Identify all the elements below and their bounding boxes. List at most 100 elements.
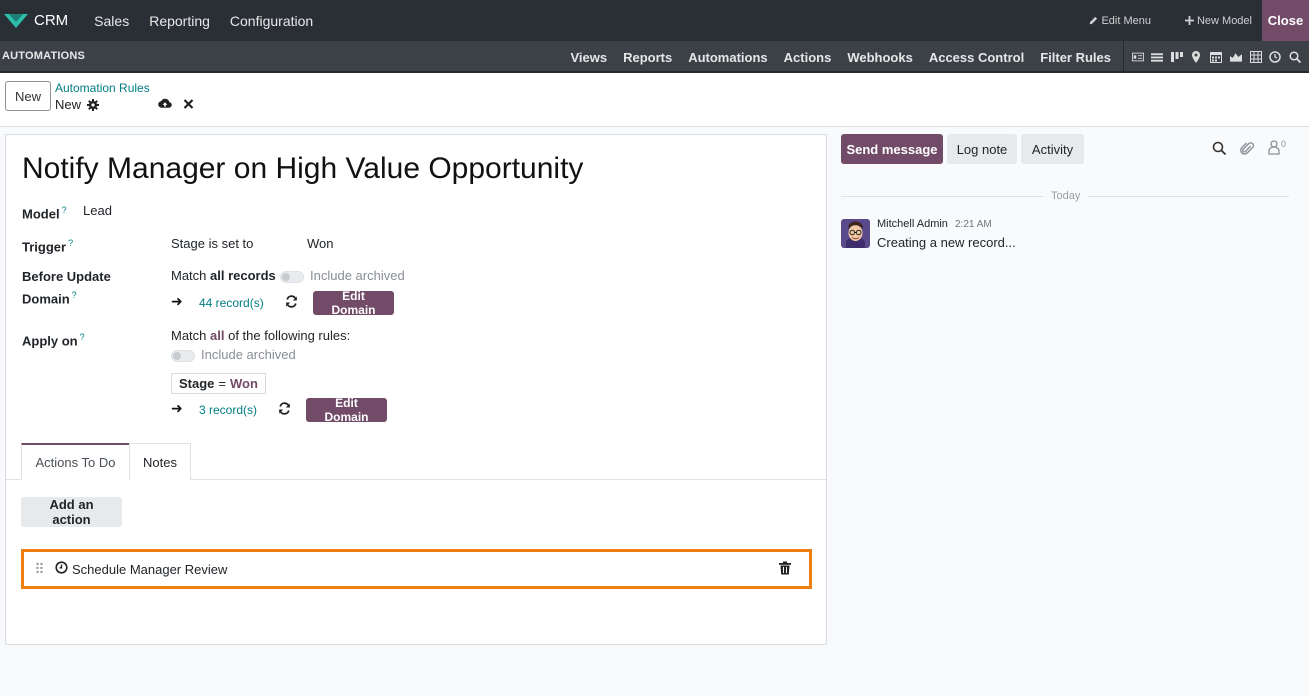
breadcrumb-current: New xyxy=(55,97,100,112)
studio-section-title: AUTOMATIONS xyxy=(2,50,86,62)
plus-icon xyxy=(1184,16,1194,25)
studio-tab-actions[interactable]: Actions xyxy=(784,50,832,65)
edit-menu-button[interactable]: Edit Menu xyxy=(1089,15,1151,27)
before-update-domain-label: Before Update Domain? xyxy=(22,268,111,308)
paperclip-icon[interactable] xyxy=(1240,141,1255,156)
gear-icon[interactable] xyxy=(87,98,100,111)
avatar[interactable] xyxy=(841,219,870,248)
studio-tab-automations[interactable]: Automations xyxy=(688,50,767,65)
pivot-view-icon[interactable] xyxy=(1249,51,1262,63)
before-match-text: Match all records xyxy=(171,268,276,283)
discard-x-icon[interactable] xyxy=(183,97,197,111)
new-record-button[interactable]: New xyxy=(5,81,51,111)
new-model-label: New Model xyxy=(1196,14,1252,27)
send-message-button[interactable]: Send message xyxy=(841,134,943,164)
control-panel: New Automation Rules New xyxy=(0,73,1309,127)
trigger-label: Trigger? xyxy=(22,234,73,256)
activity-button[interactable]: Activity xyxy=(1021,134,1084,164)
message-body: Creating a new record... xyxy=(877,235,1016,250)
form-sheet: Notify Manager on High Value Opportunity… xyxy=(5,134,827,645)
activity-view-icon[interactable] xyxy=(1269,51,1282,63)
studio-tab-views[interactable]: Views xyxy=(570,50,607,65)
help-tooltip-icon[interactable]: ? xyxy=(68,238,73,248)
calendar-view-icon[interactable] xyxy=(1210,51,1223,63)
studio-tab-access-control[interactable]: Access Control xyxy=(929,50,1024,65)
search-icon[interactable] xyxy=(1212,141,1227,156)
chip-value: Won xyxy=(230,376,258,391)
close-studio-button[interactable]: Close xyxy=(1262,0,1309,41)
arrow-right-icon: ➜ xyxy=(171,293,183,309)
edit-menu-label: Edit Menu xyxy=(1101,14,1151,27)
archived-toggle[interactable] xyxy=(171,349,195,362)
chip-operator: = xyxy=(218,376,226,391)
message-timestamp: 2:21 AM xyxy=(955,219,992,230)
add-action-button[interactable]: Add an action xyxy=(21,497,122,527)
breadcrumb-automation-rules[interactable]: Automation Rules xyxy=(55,81,150,95)
apply-match-suffix: of the following rules: xyxy=(224,328,351,343)
model-label: Model? xyxy=(22,201,67,223)
model-label-text: Model xyxy=(22,206,60,222)
action-item-label[interactable]: Schedule Manager Review xyxy=(72,562,227,577)
model-value[interactable]: Lead xyxy=(83,203,112,218)
help-tooltip-icon[interactable]: ? xyxy=(72,290,77,300)
apply-include-archived[interactable]: Include archived xyxy=(171,347,296,362)
help-tooltip-icon[interactable]: ? xyxy=(80,332,85,342)
message-author[interactable]: Mitchell Admin xyxy=(877,218,948,230)
menu-configuration[interactable]: Configuration xyxy=(230,13,313,29)
apply-match-prefix: Match xyxy=(171,328,211,343)
new-model-button[interactable]: New Model xyxy=(1184,14,1252,27)
trigger-select[interactable]: Stage is set to xyxy=(171,236,253,251)
archived-toggle[interactable] xyxy=(280,270,304,283)
before-edit-domain-button[interactable]: Edit Domain xyxy=(313,289,394,317)
map-view-icon[interactable] xyxy=(1191,51,1203,63)
menu-reporting[interactable]: Reporting xyxy=(149,13,210,29)
before-match-prefix: Match xyxy=(171,268,211,283)
follower-person-icon xyxy=(1268,140,1280,155)
before-label-line2: Domain xyxy=(22,291,70,307)
log-note-button[interactable]: Log note xyxy=(947,134,1017,164)
trash-icon[interactable] xyxy=(779,561,791,575)
pencil-icon xyxy=(1090,16,1098,25)
breadcrumb-current-label: New xyxy=(55,97,82,112)
apply-on-label: Apply on? xyxy=(22,328,85,350)
followers-count: 0 xyxy=(1281,139,1287,149)
before-record-count-link[interactable]: 44 record(s) xyxy=(199,296,264,310)
view-switcher xyxy=(1123,41,1309,73)
drag-handle-icon[interactable] xyxy=(35,562,45,576)
record-title[interactable]: Notify Manager on High Value Opportunity xyxy=(22,152,583,186)
studio-tab-reports[interactable]: Reports xyxy=(623,50,672,65)
tab-actions-to-do[interactable]: Actions To Do xyxy=(21,443,130,480)
apply-match-text: Match all of the following rules: xyxy=(171,328,350,343)
form-view-icon[interactable] xyxy=(1131,51,1144,63)
before-include-archived[interactable]: Include archived xyxy=(280,268,405,283)
graph-view-icon[interactable] xyxy=(1230,51,1243,63)
trigger-stage-select[interactable]: Won xyxy=(307,236,334,251)
menu-sales[interactable]: Sales xyxy=(94,13,129,29)
refresh-icon[interactable] xyxy=(278,402,291,415)
list-view-icon[interactable] xyxy=(1151,51,1164,63)
crm-logo-icon[interactable] xyxy=(4,12,28,30)
arrow-right-icon: ➜ xyxy=(171,400,183,416)
search-view-icon[interactable] xyxy=(1289,51,1302,63)
studio-bar: AUTOMATIONS Views Reports Automations Ac… xyxy=(0,41,1309,73)
apply-on-label-text: Apply on xyxy=(22,333,78,349)
chip-field: Stage xyxy=(179,376,215,391)
studio-tab-filter-rules[interactable]: Filter Rules xyxy=(1040,50,1111,65)
apply-edit-domain-button[interactable]: Edit Domain xyxy=(306,396,387,424)
kanban-view-icon[interactable] xyxy=(1171,51,1184,63)
clock-icon xyxy=(55,561,68,574)
action-list-item[interactable]: Schedule Manager Review xyxy=(21,549,812,589)
before-label-line1: Before Update xyxy=(22,269,111,284)
top-navbar: CRM Sales Reporting Configuration Edit M… xyxy=(0,0,1309,41)
trigger-label-text: Trigger xyxy=(22,239,67,255)
apply-match-bold: all xyxy=(210,328,225,343)
help-tooltip-icon[interactable]: ? xyxy=(62,205,67,215)
refresh-icon[interactable] xyxy=(285,295,298,308)
apply-record-count-link[interactable]: 3 record(s) xyxy=(199,403,257,417)
app-name[interactable]: CRM xyxy=(34,12,68,29)
followers-button[interactable]: 0 xyxy=(1268,139,1286,155)
save-cloud-icon[interactable] xyxy=(158,97,172,111)
tab-notes[interactable]: Notes xyxy=(129,443,191,480)
studio-tab-webhooks[interactable]: Webhooks xyxy=(847,50,913,65)
domain-rule-chip[interactable]: Stage = Won xyxy=(171,373,266,394)
